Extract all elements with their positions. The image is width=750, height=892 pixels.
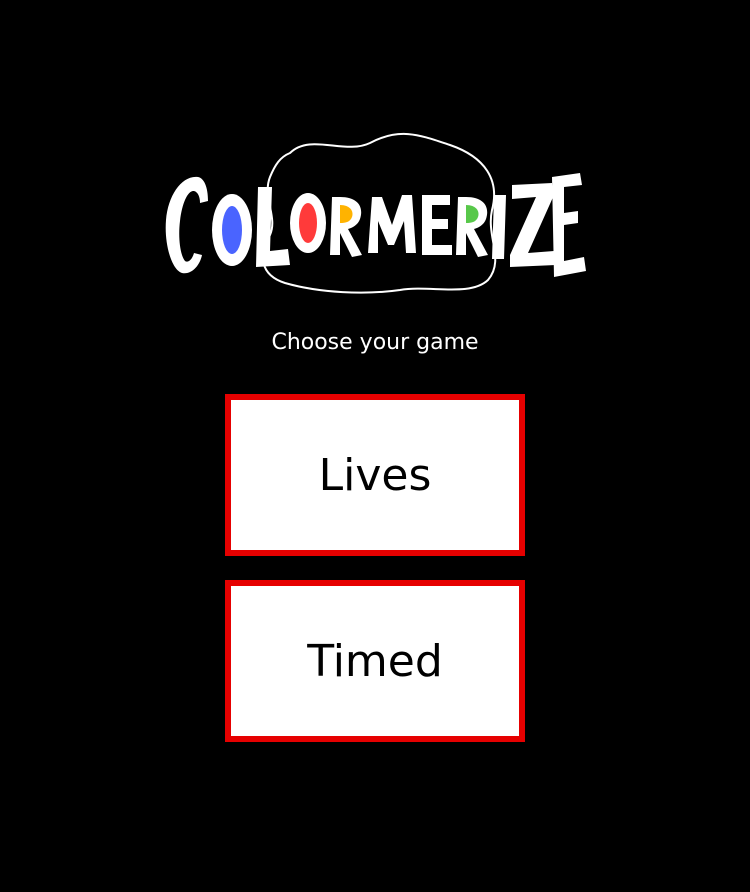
logo-letter-z bbox=[510, 183, 556, 267]
colormerize-logo bbox=[160, 125, 590, 300]
logo-letter-o2-accent bbox=[299, 203, 317, 243]
logo-letter-e2 bbox=[552, 173, 586, 277]
timed-mode-label: Timed bbox=[307, 635, 443, 687]
timed-mode-button[interactable]: Timed bbox=[225, 580, 525, 742]
lives-mode-label: Lives bbox=[318, 449, 432, 501]
logo-letter-o1-accent bbox=[222, 206, 242, 254]
logo-letter-e1 bbox=[422, 195, 452, 255]
logo-letter-i bbox=[492, 195, 506, 259]
lives-mode-button[interactable]: Lives bbox=[225, 394, 525, 556]
choose-game-subtitle: Choose your game bbox=[271, 330, 479, 355]
logo-letter-c bbox=[165, 176, 208, 274]
logo-letter-m bbox=[368, 195, 416, 253]
